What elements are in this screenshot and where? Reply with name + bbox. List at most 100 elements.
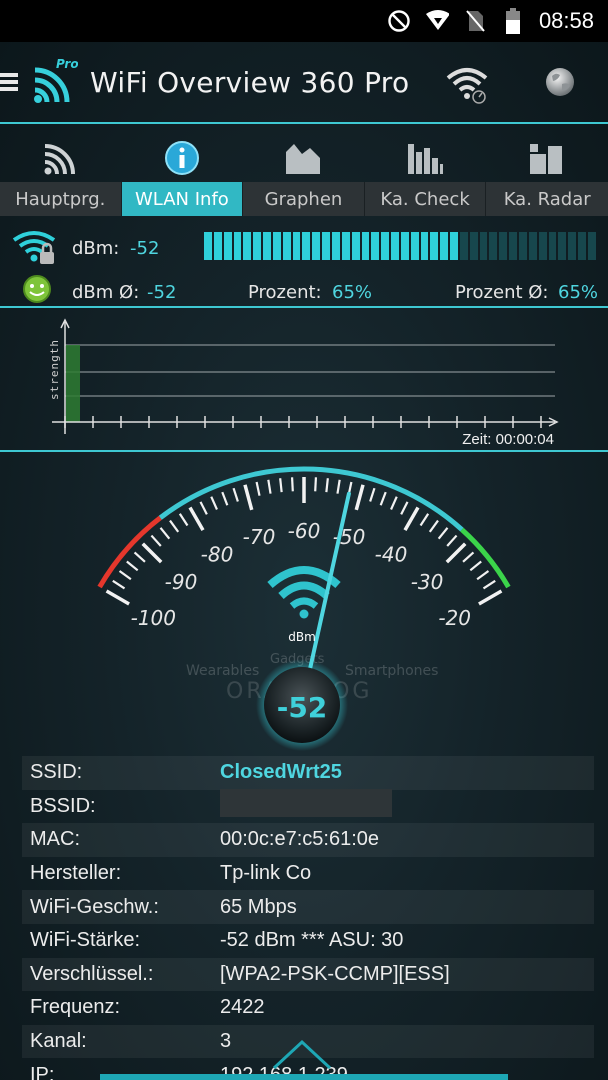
info-key: MAC: [30,828,80,851]
gauge-tick [188,506,205,531]
info-row: Verschlüssel.: [WPA2-PSK-CCMP][ESS] [22,957,594,992]
gauge-tick-label: -40 [375,542,408,566]
info-key: WiFi-Geschw.: [30,895,159,918]
gauge-tick-label: -30 [411,570,444,594]
globe-icon[interactable] [544,66,576,102]
gauge-tick [354,484,365,511]
signal-bar-segment [459,232,468,260]
info-key: Frequenz: [30,996,121,1019]
wlan-info-table: SSID: ClosedWrt25 BSSID: MAC: 00:0c:e7:c5:61… [22,756,594,1080]
signal-bar-segment [312,232,321,260]
signal-bar-segment [558,232,567,260]
info-row: Frequenz: 2422 [22,991,594,1025]
info-key: Hersteller: [30,862,122,885]
wifi-speed-icon[interactable] [446,64,488,104]
gauge-tick [390,496,398,510]
graph-y-label: strength [48,339,61,400]
gauge-tick [150,534,162,547]
bar-chart-icon[interactable] [406,140,446,180]
gauge-tick [379,491,387,506]
signal-bar-segment [479,232,488,260]
gauge-tick [403,506,420,531]
signal-bar-segment [519,232,527,260]
signal-bar-segment [489,232,498,260]
wifi-signal-icon [425,9,449,33]
signal-bar-segment [272,232,281,260]
radar-grid-icon[interactable] [528,140,568,180]
gauge-tick [482,579,496,590]
strength-graph: strength Zeit: 00:00:04 [0,310,608,450]
info-key: Verschlüssel.: [30,962,154,985]
signal-bar-segment [568,232,577,260]
gauge-tick [325,478,329,493]
signal-bar-segment [292,232,301,260]
signal-divider [0,306,608,308]
no-sim-icon [463,9,487,33]
signal-bar-segment [420,232,429,260]
info-value: 00:0c:e7:c5:61:0e [220,828,380,851]
signal-bar-segment [548,232,557,260]
gauge-tick [232,487,239,502]
percent-avg-label: Prozent Ø: [455,282,549,303]
gauge-arc-segment [460,527,511,589]
signal-bar-segment [509,232,517,260]
clock: 08:58 [538,8,594,33]
gauge-tick [446,534,458,547]
gauge-tick-label: -20 [438,606,471,630]
tab-hauptprg[interactable]: Hauptprg. [0,182,122,216]
signal-bar-segment [361,232,370,260]
info-value: [WPA2-PSK-CCMP][ESS] [220,962,450,985]
tab-bar: Hauptprg. WLAN Info Graphen Ka. Check Ka… [0,182,608,216]
info-row: WiFi-Stärke: -52 dBm *** ASU: 30 [22,924,594,958]
info-key: WiFi-Stärke: [30,929,140,952]
signal-bar-segment [243,232,252,260]
signal-bar-segment [302,232,311,260]
dbm-value: -52 [130,238,160,259]
strength-sample-bar [66,345,80,422]
gauge-tick [255,481,261,496]
gauge-tick [476,570,490,581]
signal-bar-segment [587,232,596,260]
gauge-value: -52 [277,691,328,724]
info-icon[interactable] [164,140,204,180]
chevron-up-icon[interactable] [270,1036,334,1074]
dbm-avg-value: -52 [147,282,177,303]
app-bar: Pro WiFi Overview 360 Pro [0,42,608,122]
menu-button[interactable] [0,71,22,93]
gauge-tick [419,513,430,527]
gauge-tick [105,589,130,606]
info-key: SSID: [30,761,83,784]
gauge-tick [314,477,318,492]
gauge-tick [221,491,229,506]
tab-wlan-info[interactable]: WLAN Info [121,182,244,216]
info-value-redacted [220,789,594,823]
signal-bar-segment [538,232,547,260]
tab-ka-check[interactable]: Ka. Check [364,182,487,216]
gauge-tick-label: -70 [243,525,276,549]
info-key: Kanal: [30,1030,87,1053]
wifi-locked-icon [12,228,58,270]
gauge-tick [400,501,409,515]
dbm-label: dBm: [72,238,120,259]
gauge-tick [210,496,218,510]
gauge-tick [469,560,482,572]
logo-badge: Pro [56,58,78,71]
signal-bar-segment [528,232,537,260]
gauge-tick [118,570,132,581]
graph-divider [0,450,608,452]
signal-row: dBm: -52 [0,228,608,266]
android-icon [22,274,52,308]
wifi-icon[interactable] [42,140,82,180]
signal-bar-segment [499,232,508,260]
info-value: ClosedWrt25 [220,761,342,784]
bottom-drawer-handle[interactable] [100,1074,508,1080]
battery-icon [501,8,525,34]
tab-graphen[interactable]: Graphen [243,182,365,216]
header-divider [0,122,608,124]
signal-bar-segment [440,232,449,260]
percent-value: 65% [332,282,373,303]
gauge-tick [369,487,376,502]
gauge-tick [445,542,467,564]
tab-ka-radar[interactable]: Ka. Radar [486,182,608,216]
area-chart-icon[interactable] [284,140,324,180]
